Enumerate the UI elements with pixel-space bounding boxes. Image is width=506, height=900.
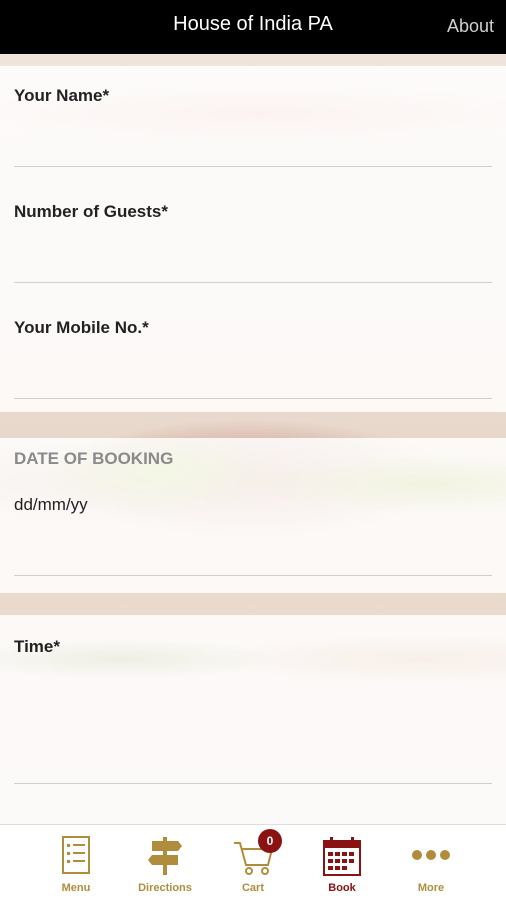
guests-underline: [14, 282, 492, 283]
page-title: House of India PA: [173, 13, 333, 35]
date-underline: [14, 575, 492, 576]
time-panel: Time*: [0, 615, 506, 824]
cart-count-badge: 0: [258, 829, 282, 853]
tab-book-label: Book: [328, 882, 356, 894]
contact-form-panel: Your Name* Number of Guests* Your Mobile…: [0, 66, 506, 412]
mobile-field[interactable]: [14, 343, 492, 399]
calendar-icon: [323, 837, 361, 876]
date-panel: DATE OF BOOKING dd/mm/yy: [0, 438, 506, 593]
time-underline: [14, 783, 492, 784]
tab-cart[interactable]: 0 Cart: [208, 825, 298, 900]
tab-more-label: More: [417, 882, 445, 894]
tab-book[interactable]: Book: [297, 825, 387, 900]
tab-more[interactable]: More: [386, 825, 476, 900]
tab-directions-label: Directions: [138, 882, 192, 894]
menu-list-icon: [62, 836, 90, 874]
date-field[interactable]: dd/mm/yy: [14, 495, 88, 515]
about-button[interactable]: About: [447, 16, 494, 37]
bottom-tab-bar: Menu Directions 0 Cart Book More: [0, 824, 506, 900]
time-field[interactable]: [14, 665, 492, 783]
signpost-icon: [148, 837, 182, 875]
time-label: Time*: [14, 637, 60, 656]
tab-directions[interactable]: Directions: [120, 825, 210, 900]
more-dots-icon: [412, 850, 450, 860]
name-underline: [14, 166, 492, 167]
guests-field[interactable]: [14, 227, 492, 283]
name-field[interactable]: [14, 111, 492, 167]
date-section-title: DATE OF BOOKING: [14, 449, 174, 468]
mobile-label: Your Mobile No.*: [14, 318, 149, 337]
mobile-underline: [14, 398, 492, 399]
tab-cart-label: Cart: [241, 882, 264, 894]
guests-label: Number of Guests*: [14, 202, 168, 221]
name-label: Your Name*: [14, 86, 110, 105]
tab-menu[interactable]: Menu: [31, 825, 121, 900]
app-header: House of India PA About: [0, 0, 506, 54]
cart-icon: [234, 842, 274, 875]
tab-menu-label: Menu: [61, 882, 91, 894]
